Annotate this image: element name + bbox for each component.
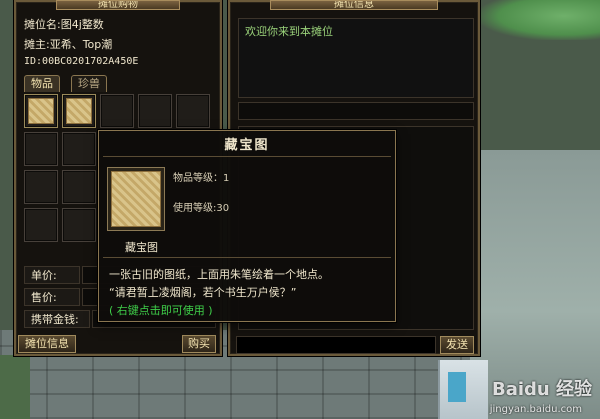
item-tooltip: 藏宝图 物品等级：1 使用等级:30 藏宝图 一张古旧的图纸，上面用朱笔绘着一个… [98, 130, 396, 322]
grass-patch [480, 0, 600, 40]
buy-button[interactable]: 购买 [182, 335, 216, 353]
stall-owner: 摊主:亚希、Top潮 [24, 38, 113, 51]
item-slot[interactable] [62, 208, 96, 242]
item-slot[interactable] [176, 94, 210, 128]
use-level: 使用等级:30 [173, 203, 230, 214]
stall-info-title: 摊位信息 [270, 0, 438, 10]
item-slot[interactable] [24, 132, 58, 166]
chat-input[interactable] [236, 336, 436, 354]
description-line: 一张古旧的图纸，上面用朱笔绘着一个地点。 [109, 268, 329, 281]
tooltip-item-icon [107, 167, 165, 231]
tab-items[interactable]: 物品 [24, 75, 60, 92]
welcome-text: 欢迎你来到本摊位 [245, 25, 333, 38]
item-slot[interactable] [24, 170, 58, 204]
divider-bar [238, 102, 474, 120]
watermark-url: jingyan.baidu.com [489, 404, 582, 415]
stall-id: ID:00BC0201702A450E [24, 56, 139, 67]
description-line: “请君暂上凌烟阁，若个书生万户侯？” [109, 286, 297, 299]
tab-pets[interactable]: 珍兽 [71, 75, 107, 92]
send-button[interactable]: 发送 [440, 336, 474, 354]
tooltip-title: 藏宝图 [103, 135, 391, 157]
usage-hint: ( 右键点击即可使用 ) [109, 304, 213, 317]
money-label: 携带金钱: [24, 310, 90, 328]
stall-info-button[interactable]: 摊位信息 [18, 335, 76, 353]
item-slot[interactable] [62, 132, 96, 166]
tooltip-description: 一张古旧的图纸，上面用朱笔绘着一个地点。 “请君暂上凌烟阁，若个书生万户侯？” … [103, 257, 391, 319]
treasure-map-icon [111, 171, 161, 227]
item-slot[interactable] [24, 208, 58, 242]
water-stripe [448, 372, 466, 402]
message-box: 欢迎你来到本摊位 [238, 18, 474, 98]
item-level: 物品等级：1 [173, 173, 230, 184]
item-slot[interactable] [138, 94, 172, 128]
baidu-watermark: Baidu 经验 [491, 379, 592, 400]
grass-edge [0, 355, 30, 419]
stall-shop-title: 摊位购物 [56, 0, 180, 10]
item-slot[interactable] [24, 94, 58, 128]
treasure-map-icon [28, 98, 54, 124]
item-slot[interactable] [62, 170, 96, 204]
tooltip-item-name: 藏宝图 [125, 241, 158, 254]
item-slot[interactable] [100, 94, 134, 128]
sale-price-label: 售价: [24, 288, 80, 306]
unit-price-label: 单价: [24, 266, 80, 284]
item-slot[interactable] [62, 94, 96, 128]
treasure-map-icon [66, 98, 92, 124]
stall-name: 摊位名:图4j整数 [24, 18, 104, 31]
